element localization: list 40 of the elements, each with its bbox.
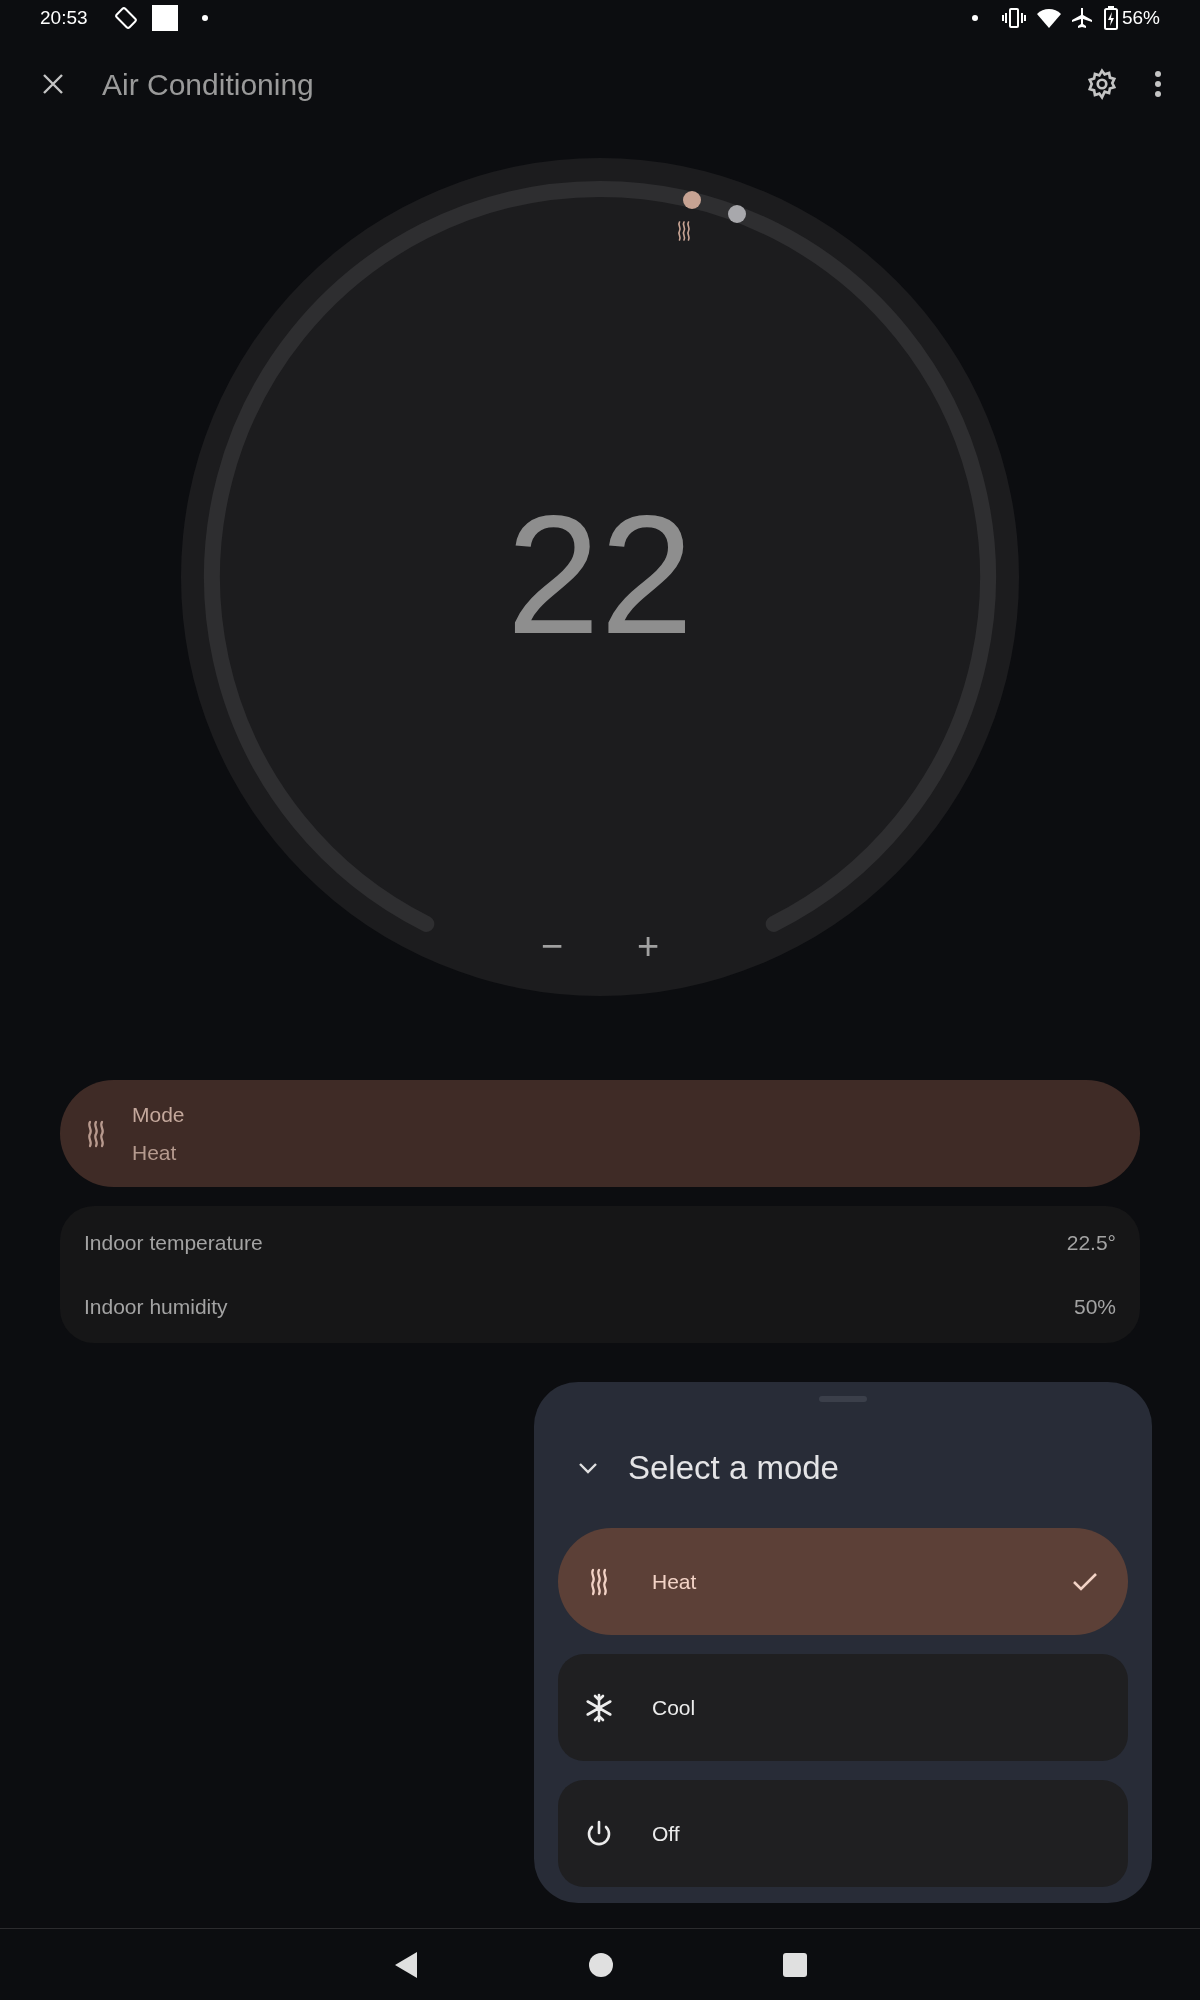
heat-waves-icon [675,219,693,243]
increase-button[interactable]: + [625,923,671,969]
rotate-icon [113,6,138,30]
page-title: Air Conditioning [102,66,314,103]
current-temperature-marker [728,205,746,223]
recent-apps-button[interactable] [783,1952,807,1977]
wifi-icon [1035,7,1062,29]
back-icon [395,1951,417,1978]
option-label: Off [652,1820,680,1847]
more-options-button[interactable] [1152,68,1164,100]
mode-label: Mode [132,1102,185,1128]
reading-value: 22.5° [1066,1230,1116,1256]
battery-charging-icon [1103,6,1118,30]
settings-icon [1086,68,1118,100]
option-label: Heat [652,1568,697,1595]
checkmark-icon [1072,1571,1098,1592]
close-icon [42,73,64,95]
vibrate-icon [1001,7,1026,29]
notification-icon [151,5,178,31]
mode-value: Heat [132,1139,178,1166]
mode-card[interactable]: Mode Heat [60,1080,1140,1187]
mode-option[interactable]: Cool [558,1654,1128,1761]
decrease-button[interactable]: − [529,923,575,969]
reading-value: 50% [1073,1293,1116,1320]
sheet-title: Select a mode [628,1448,839,1489]
reading-label: Indoor temperature [84,1230,263,1256]
battery-percentage: 56% [1121,5,1160,30]
reading-label: Indoor humidity [84,1293,228,1320]
chevron-down-icon [578,1462,598,1474]
snowflake-icon [584,1692,614,1723]
more-options-icon [1155,71,1161,97]
clock: 20:53 [40,5,88,30]
mode-option[interactable]: Off [558,1780,1128,1887]
mode-option[interactable]: Heat [558,1528,1128,1635]
setpoint-temperature: 22 [506,480,694,671]
home-button[interactable] [589,1952,613,1977]
back-button[interactable] [393,1950,419,1979]
option-label: Cool [652,1694,696,1721]
setpoint-handle[interactable] [683,191,701,209]
airplane-icon [1069,6,1094,30]
